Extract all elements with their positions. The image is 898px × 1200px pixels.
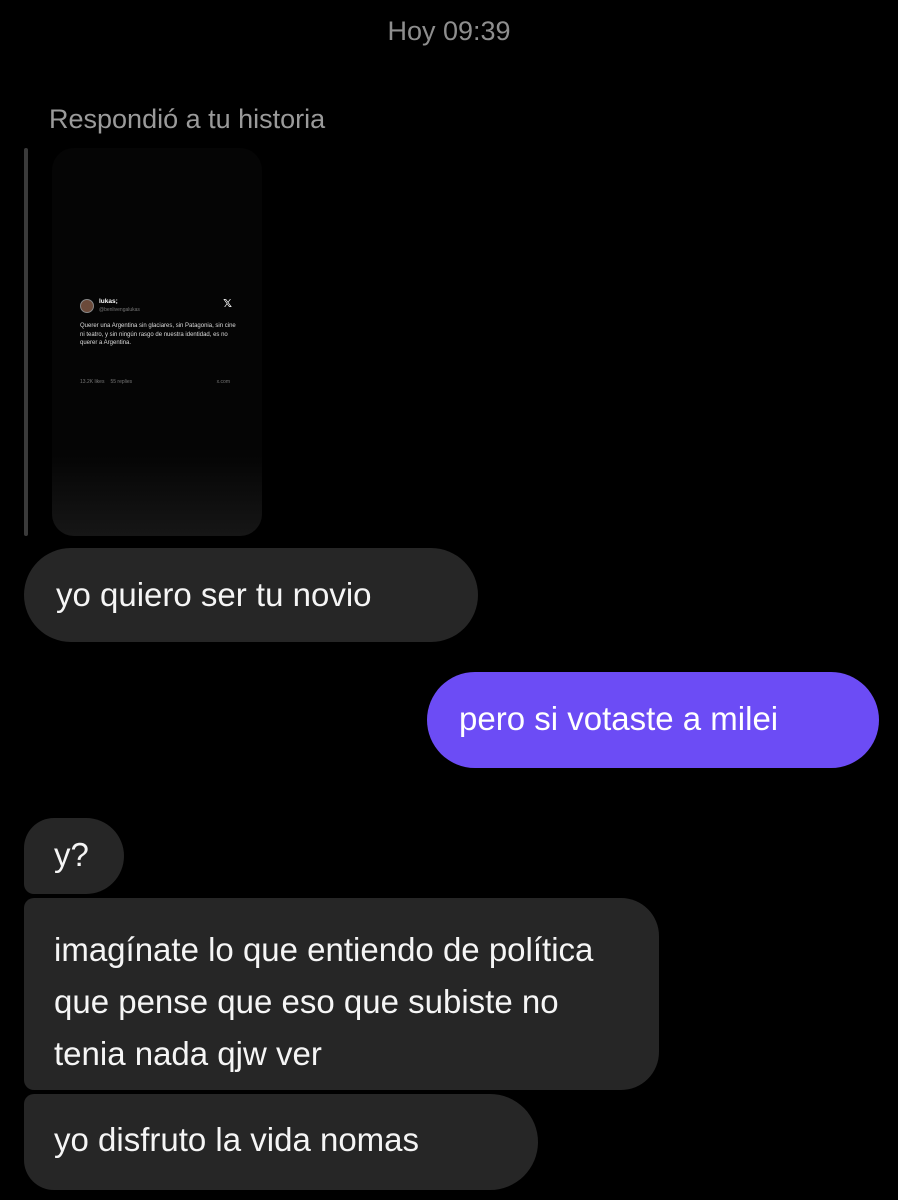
tweet-stats: 13.2K likes 55 replies bbox=[80, 378, 132, 387]
embedded-tweet: lukas; @benlivengalukas 𝕏 Querer una Arg… bbox=[80, 298, 236, 390]
story-reply-label: Respondió a tu historia bbox=[49, 104, 326, 134]
message-bubble-received[interactable]: yo disfruto la vida nomas bbox=[24, 1094, 538, 1190]
message-bubble-received[interactable]: yo quiero ser tu novio bbox=[24, 548, 478, 642]
tweet-author-handle: @benlivengalukas bbox=[99, 307, 140, 313]
tweet-source: x.com bbox=[216, 379, 230, 385]
tweet-likes: 13.2K likes bbox=[80, 379, 105, 385]
message-bubble-received[interactable]: imagínate lo que entiendo de política qu… bbox=[24, 898, 659, 1090]
tweet-replies: 55 replies bbox=[110, 379, 133, 385]
tweet-text: Querer una Argentina sin glaciares, sin … bbox=[80, 323, 236, 346]
x-logo-icon: 𝕏 bbox=[223, 298, 232, 310]
story-preview[interactable]: lukas; @benlivengalukas 𝕏 Querer una Arg… bbox=[52, 148, 262, 536]
reply-indicator-bar bbox=[24, 148, 28, 536]
story-preview-fade bbox=[52, 456, 262, 536]
message-bubble-received[interactable]: y? bbox=[24, 818, 124, 894]
conversation-timestamp: Hoy 09:39 bbox=[387, 16, 511, 46]
tweet-avatar bbox=[80, 299, 94, 313]
message-bubble-sent[interactable]: pero si votaste a milei bbox=[427, 672, 879, 768]
